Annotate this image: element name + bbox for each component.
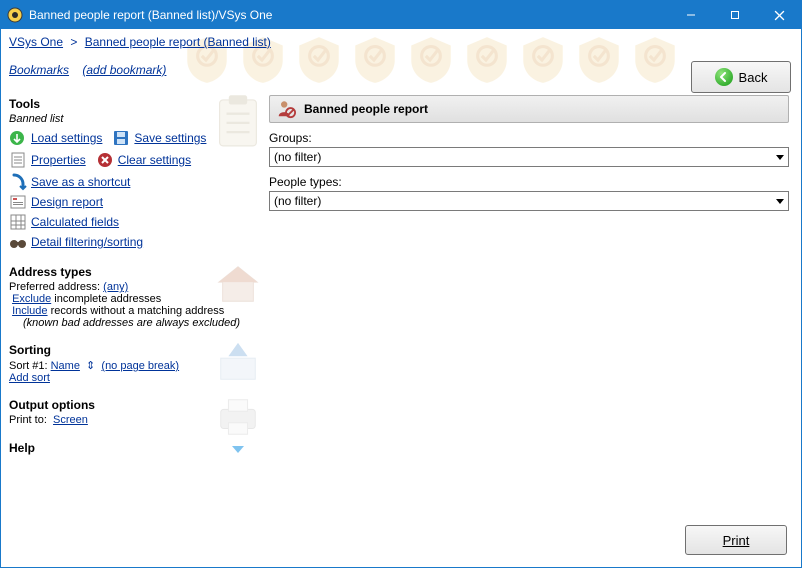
section-sorting: Sorting Sort #1: Name ⇕ (no page break) … [9,343,261,384]
main-area: Tools Banned list Load settings Save set… [1,95,801,567]
titlebar: Banned people report (Banned list)/VSys … [1,1,801,29]
clipboard-icon [215,95,261,139]
print-button-label: Print [723,533,750,548]
calculated-fields-link[interactable]: Calculated fields [31,215,119,229]
breadcrumb-current[interactable]: Banned people report (Banned list) [85,35,271,49]
report-title: Banned people report [304,102,428,116]
breadcrumb-separator: > [70,35,77,49]
groups-field: Groups: (no filter) [269,131,789,167]
address-note: (known bad addresses are always excluded… [23,317,261,329]
minimize-button[interactable] [669,1,713,29]
people-types-label: People types: [269,175,789,189]
window-controls [669,1,801,29]
sidebar: Tools Banned list Load settings Save set… [1,95,269,567]
section-address-types: Address types Preferred address: (any) E… [9,265,261,329]
banned-report-icon [276,99,296,119]
close-button[interactable] [757,1,801,29]
print-to-value[interactable]: Screen [53,414,88,426]
print-to-label: Print to: [9,414,47,426]
design-report-link[interactable]: Design report [31,195,103,209]
bookmarks-row: Bookmarks (add bookmark) [9,63,793,77]
load-icon [9,129,27,147]
exclude-link[interactable]: Exclude [12,293,51,305]
report-pane: Banned people report Groups: (no filter)… [269,95,801,567]
app-icon [7,7,23,23]
groups-dropdown[interactable]: (no filter) [269,147,789,167]
breadcrumb-root[interactable]: VSys One [9,35,63,49]
sort-arrow-icon [215,339,261,385]
groups-value: (no filter) [274,150,321,164]
include-suffix: records without a matching address [48,305,225,317]
printer-icon [215,394,261,440]
add-bookmark-link[interactable]: (add bookmark) [82,63,166,77]
people-types-field: People types: (no filter) [269,175,789,211]
section-tools: Tools Banned list Load settings Save set… [9,97,261,251]
detail-filtering-link[interactable]: Detail filtering/sorting [31,235,143,249]
exclude-suffix: incomplete addresses [51,293,161,305]
section-output: Output options Print to: Screen [9,398,261,426]
report-header: Banned people report [269,95,789,123]
include-link[interactable]: Include [12,305,47,317]
properties-link[interactable]: Properties [31,153,86,167]
sort-value-link[interactable]: Name [51,360,80,372]
add-sort-link[interactable]: Add sort [9,372,50,384]
binoculars-icon [9,233,27,251]
properties-icon [9,151,27,169]
help-heading: Help [9,441,35,455]
shortcut-icon [9,173,27,191]
sort-direction-icon[interactable]: ⇕ [83,360,98,372]
back-arrow-icon [715,68,733,86]
bookmarks-link[interactable]: Bookmarks [9,63,69,77]
top-strip: VSys One > Banned people report (Banned … [1,29,801,95]
back-button[interactable]: Back [691,61,791,93]
house-icon [215,261,261,307]
people-types-value: (no filter) [274,194,321,208]
save-icon [112,129,130,147]
save-shortcut-link[interactable]: Save as a shortcut [31,175,130,189]
app-window: Banned people report (Banned list)/VSys … [0,0,802,568]
people-types-dropdown[interactable]: (no filter) [269,191,789,211]
breadcrumb: VSys One > Banned people report (Banned … [9,35,793,49]
load-settings-link[interactable]: Load settings [31,131,102,145]
groups-label: Groups: [269,131,789,145]
clear-settings-link[interactable]: Clear settings [118,153,191,167]
section-help: Help [9,440,261,458]
print-button[interactable]: Print [685,525,787,555]
window-title: Banned people report (Banned list)/VSys … [29,8,669,22]
content-area: VSys One > Banned people report (Banned … [1,29,801,567]
maximize-button[interactable] [713,1,757,29]
preferred-address-label: Preferred address: [9,281,100,293]
sort-label: Sort #1: [9,360,48,372]
calculated-icon [9,213,27,231]
clear-icon [96,151,114,169]
back-button-label: Back [739,70,768,85]
design-icon [9,193,27,211]
preferred-address-value[interactable]: (any) [103,281,128,293]
sort-page-break-link[interactable]: (no page break) [101,360,179,372]
save-settings-link[interactable]: Save settings [134,131,206,145]
chevron-down-icon[interactable] [229,440,247,458]
